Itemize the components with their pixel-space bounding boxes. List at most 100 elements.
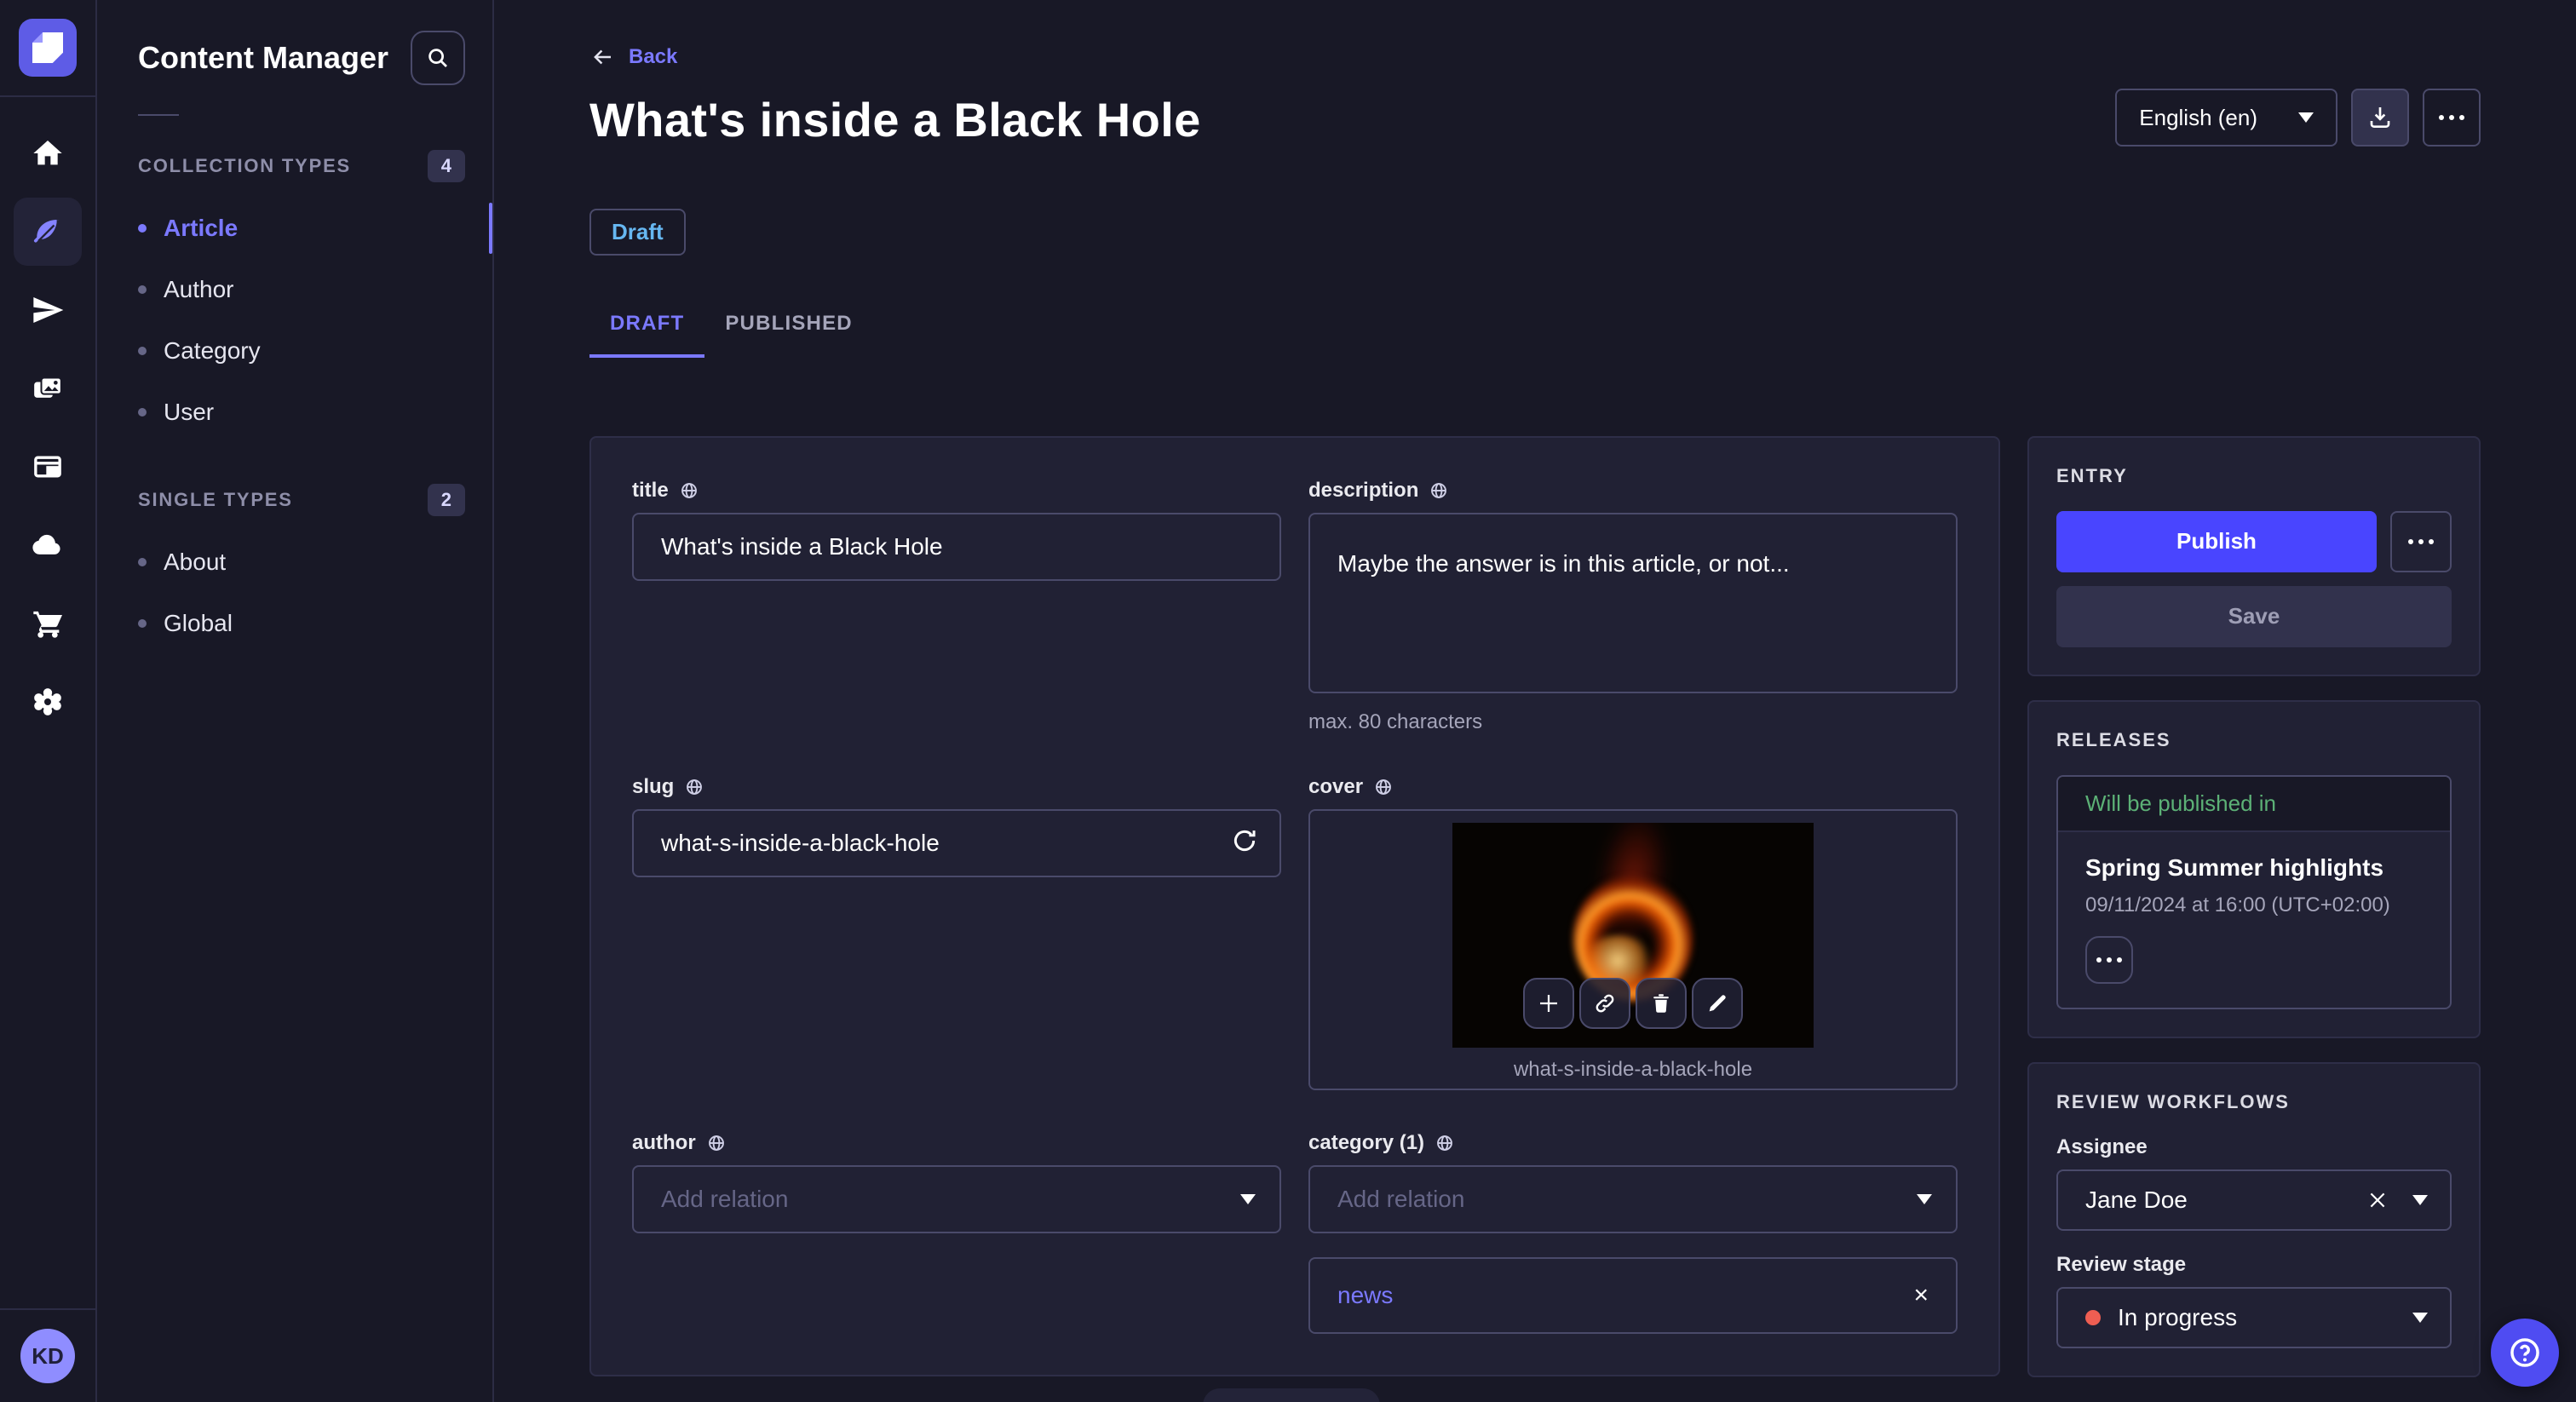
category-relation-select[interactable]: Add relation: [1308, 1164, 1958, 1233]
divider: [138, 114, 179, 116]
relation-link[interactable]: news: [1337, 1282, 1393, 1309]
releases-heading: RELEASES: [2056, 728, 2171, 750]
sidebar-item-deploy[interactable]: [14, 511, 82, 579]
entry-edit-area: title description Maybe the answe: [589, 435, 2481, 1377]
title-input[interactable]: [632, 512, 1281, 581]
entry-panel: ENTRY Publish Save: [2027, 435, 2481, 676]
edit-pencil-icon: [1705, 991, 1729, 1015]
search-icon: [425, 45, 451, 71]
bullet-icon: [138, 619, 147, 628]
delete-media-button[interactable]: [1636, 977, 1687, 1029]
rail-nav: [14, 97, 82, 1308]
back-label: Back: [629, 45, 678, 68]
icon-rail: KD: [0, 0, 97, 1402]
clear-icon[interactable]: [2366, 1189, 2389, 1211]
review-stage-select[interactable]: In progress: [2056, 1286, 2452, 1348]
app-window: KD Content Manager COLLECTION TYPES 4 Ar…: [0, 0, 2576, 1402]
entry-more-button[interactable]: [2390, 510, 2452, 572]
feather-icon: [31, 215, 65, 249]
remove-relation-icon[interactable]: ×: [1913, 1282, 1929, 1308]
chevron-down-icon: [2298, 112, 2314, 123]
publish-button[interactable]: Publish: [2056, 510, 2377, 572]
sidebar-item-media-library[interactable]: [14, 354, 82, 422]
category-relation-item: news ×: [1308, 1256, 1958, 1334]
release-more-button[interactable]: [2085, 935, 2133, 984]
download-button[interactable]: [2351, 89, 2409, 147]
assignee-label: Assignee: [2056, 1135, 2148, 1158]
sidebar-item-global[interactable]: Global: [97, 593, 492, 654]
globe-icon: [706, 1133, 727, 1153]
locale-select[interactable]: English (en): [2115, 89, 2337, 147]
sidebar-item-content-manager[interactable]: [14, 198, 82, 266]
cover-filename: what-s-inside-a-black-hole: [1513, 1057, 1753, 1081]
bullet-icon: [138, 558, 147, 566]
save-button[interactable]: Save: [2056, 585, 2452, 647]
more-options-button[interactable]: [2423, 89, 2481, 147]
help-button[interactable]: [2491, 1319, 2559, 1387]
relation-placeholder: Add relation: [1337, 1185, 1465, 1212]
back-link[interactable]: Back: [589, 44, 677, 70]
edit-media-button[interactable]: [1692, 977, 1743, 1029]
sidebar-item-content-type-builder[interactable]: [14, 433, 82, 501]
entry-heading: ENTRY: [2056, 464, 2128, 486]
sidebar-item-user[interactable]: User: [97, 382, 492, 443]
releases-panel: RELEASES Will be published in Spring Sum…: [2027, 699, 2481, 1038]
sidebar-item-category[interactable]: Category: [97, 320, 492, 382]
entry-sidebar: ENTRY Publish Save RELEASES Will be publ…: [2027, 435, 2481, 1377]
sidebar-item-releases[interactable]: [14, 276, 82, 344]
sidebar-item-settings[interactable]: [14, 668, 82, 736]
assignee-value: Jane Doe: [2085, 1186, 2188, 1213]
entry-form-card: title description Maybe the answe: [589, 435, 2000, 1376]
slug-input[interactable]: [632, 808, 1281, 877]
status-badge: Draft: [589, 208, 686, 256]
field-label-text: slug: [632, 774, 675, 798]
list-item-label: Category: [164, 337, 261, 364]
field-category: category (1) Add relation news ×: [1308, 1131, 1958, 1334]
field-label-text: category (1): [1308, 1130, 1425, 1154]
sidebar-item-author[interactable]: Author: [97, 259, 492, 320]
add-media-button[interactable]: [1523, 977, 1574, 1029]
chevron-down-icon: [2412, 1312, 2428, 1323]
field-label-text: cover: [1308, 774, 1364, 798]
field-author: author Add relation: [632, 1131, 1281, 1334]
assignee-select[interactable]: Jane Doe: [2056, 1169, 2452, 1231]
tab-draft[interactable]: DRAFT: [589, 302, 705, 358]
sidebar-item-article[interactable]: Article: [97, 198, 492, 259]
regenerate-slug-button[interactable]: [1230, 826, 1259, 855]
version-tabs: DRAFT PUBLISHED: [589, 302, 2481, 358]
list-item-label: Global: [164, 610, 233, 636]
review-stage-label: Review stage: [2056, 1252, 2187, 1276]
collapsed-section-edge: [1203, 1388, 1380, 1402]
collection-types-count: 4: [427, 150, 465, 182]
author-relation-select[interactable]: Add relation: [632, 1164, 1281, 1233]
globe-icon: [684, 777, 704, 797]
globe-icon: [1373, 777, 1394, 797]
layout-icon: [31, 450, 65, 484]
search-button[interactable]: [411, 31, 465, 85]
sidebar-item-home[interactable]: [14, 119, 82, 187]
more-options-icon: [2408, 538, 2434, 544]
cover-media-card: what-s-inside-a-black-hole: [1308, 808, 1958, 1090]
globe-icon: [1435, 1133, 1455, 1153]
user-avatar[interactable]: KD: [20, 1329, 75, 1383]
copy-link-button[interactable]: [1579, 977, 1630, 1029]
main-content: Back What's inside a Black Hole Draft DR…: [494, 0, 2576, 1402]
locale-value: English (en): [2139, 104, 2257, 130]
globe-icon: [679, 480, 699, 501]
cover-actions: [1523, 977, 1743, 1029]
strapi-logo[interactable]: [19, 19, 77, 77]
help-question-icon: [2506, 1334, 2544, 1371]
description-textarea[interactable]: Maybe the answer is in this article, or …: [1308, 512, 1958, 693]
rail-bottom: KD: [0, 1308, 95, 1402]
chevron-down-icon: [1917, 1193, 1932, 1204]
release-date: 09/11/2024 at 16:00 (UTC+02:00): [2085, 893, 2390, 916]
release-name: Spring Summer highlights: [2085, 853, 2384, 881]
sidebar-item-about[interactable]: About: [97, 531, 492, 593]
sidebar-item-marketplace[interactable]: [14, 589, 82, 658]
logo-section: [0, 0, 95, 97]
tab-published[interactable]: PUBLISHED: [704, 302, 872, 358]
media-library-icon: [31, 371, 65, 405]
single-types-heading: SINGLE TYPES: [138, 489, 293, 510]
trash-icon: [1649, 991, 1673, 1015]
list-item-label: Author: [164, 276, 234, 302]
